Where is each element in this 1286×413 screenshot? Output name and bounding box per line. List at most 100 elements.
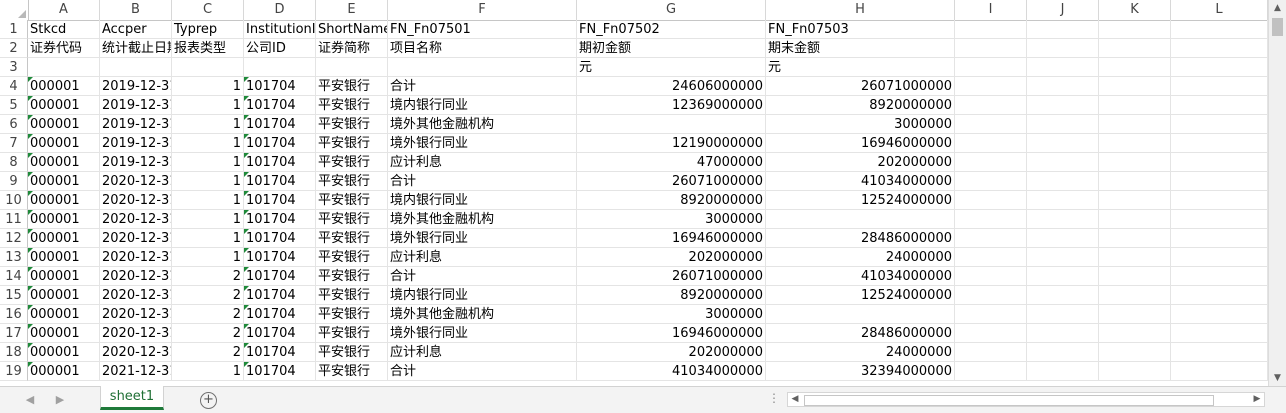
cell-j15[interactable] (1027, 286, 1099, 305)
cell-a10[interactable]: 000001 (28, 191, 100, 210)
cell-g7[interactable]: 12190000000 (577, 134, 766, 153)
row-header-16[interactable]: 16 (0, 305, 28, 324)
cell-i2[interactable] (955, 39, 1027, 58)
cell-l4[interactable] (1171, 77, 1268, 96)
cell-b13[interactable]: 2020-12-31 (100, 248, 172, 267)
cell-a12[interactable]: 000001 (28, 229, 100, 248)
cell-i19[interactable] (955, 362, 1027, 381)
column-header-a[interactable]: A (28, 0, 100, 20)
cell-g18[interactable]: 202000000 (577, 343, 766, 362)
cell-d12[interactable]: 101704 (244, 229, 316, 248)
scroll-right-icon[interactable]: ▶ (1250, 393, 1264, 406)
cell-c7[interactable]: 1 (172, 134, 244, 153)
cell-f14[interactable]: 合计 (388, 267, 577, 286)
cell-g4[interactable]: 24606000000 (577, 77, 766, 96)
row-header-14[interactable]: 14 (0, 267, 28, 286)
cell-k3[interactable] (1099, 58, 1171, 77)
cell-b16[interactable]: 2020-12-31 (100, 305, 172, 324)
cell-c8[interactable]: 1 (172, 153, 244, 172)
cell-h9[interactable]: 41034000000 (766, 172, 955, 191)
cell-e6[interactable]: 平安银行 (316, 115, 388, 134)
cell-j6[interactable] (1027, 115, 1099, 134)
cell-a6[interactable]: 000001 (28, 115, 100, 134)
cell-l19[interactable] (1171, 362, 1268, 381)
cell-k5[interactable] (1099, 96, 1171, 115)
cell-j13[interactable] (1027, 248, 1099, 267)
cell-i16[interactable] (955, 305, 1027, 324)
cell-c16[interactable]: 2 (172, 305, 244, 324)
cell-f18[interactable]: 应计利息 (388, 343, 577, 362)
cell-k2[interactable] (1099, 39, 1171, 58)
cell-j11[interactable] (1027, 210, 1099, 229)
cell-c1[interactable]: Typrep (172, 20, 244, 39)
cell-h4[interactable]: 26071000000 (766, 77, 955, 96)
cell-c3[interactable] (172, 58, 244, 77)
cell-h7[interactable]: 16946000000 (766, 134, 955, 153)
column-header-g[interactable]: G (577, 0, 766, 20)
cell-k18[interactable] (1099, 343, 1171, 362)
row-header-3[interactable]: 3 (0, 58, 28, 77)
cell-a3[interactable] (28, 58, 100, 77)
cell-d16[interactable]: 101704 (244, 305, 316, 324)
row-header-2[interactable]: 2 (0, 39, 28, 58)
vertical-scrollbar[interactable]: ▲ ▼ (1268, 0, 1286, 386)
cell-d2[interactable]: 公司ID (244, 39, 316, 58)
cell-b17[interactable]: 2020-12-31 (100, 324, 172, 343)
cell-a9[interactable]: 000001 (28, 172, 100, 191)
cell-l13[interactable] (1171, 248, 1268, 267)
cell-h14[interactable]: 41034000000 (766, 267, 955, 286)
cell-b10[interactable]: 2020-12-31 (100, 191, 172, 210)
cell-e17[interactable]: 平安银行 (316, 324, 388, 343)
horizontal-scroll-thumb[interactable] (804, 395, 1214, 406)
cell-h2[interactable]: 期末金额 (766, 39, 955, 58)
cell-h11[interactable] (766, 210, 955, 229)
cell-a11[interactable]: 000001 (28, 210, 100, 229)
row-header-6[interactable]: 6 (0, 115, 28, 134)
cell-k9[interactable] (1099, 172, 1171, 191)
cell-d11[interactable]: 101704 (244, 210, 316, 229)
cell-i14[interactable] (955, 267, 1027, 286)
cell-e4[interactable]: 平安银行 (316, 77, 388, 96)
column-header-f[interactable]: F (388, 0, 577, 20)
cell-d3[interactable] (244, 58, 316, 77)
cell-g12[interactable]: 16946000000 (577, 229, 766, 248)
cell-i11[interactable] (955, 210, 1027, 229)
cell-b8[interactable]: 2019-12-31 (100, 153, 172, 172)
cell-g1[interactable]: FN_Fn07502 (577, 20, 766, 39)
cell-c19[interactable]: 1 (172, 362, 244, 381)
cell-i5[interactable] (955, 96, 1027, 115)
cell-k13[interactable] (1099, 248, 1171, 267)
cell-k1[interactable] (1099, 20, 1171, 39)
cell-h3[interactable]: 元 (766, 58, 955, 77)
cell-f12[interactable]: 境外银行同业 (388, 229, 577, 248)
cell-c5[interactable]: 1 (172, 96, 244, 115)
cell-j17[interactable] (1027, 324, 1099, 343)
cell-g9[interactable]: 26071000000 (577, 172, 766, 191)
cell-l17[interactable] (1171, 324, 1268, 343)
cell-l1[interactable] (1171, 20, 1268, 39)
cell-b6[interactable]: 2019-12-31 (100, 115, 172, 134)
row-header-4[interactable]: 4 (0, 77, 28, 96)
cell-k7[interactable] (1099, 134, 1171, 153)
cell-h6[interactable]: 3000000 (766, 115, 955, 134)
column-header-h[interactable]: H (766, 0, 955, 20)
cell-f2[interactable]: 项目名称 (388, 39, 577, 58)
cell-c9[interactable]: 1 (172, 172, 244, 191)
cell-f8[interactable]: 应计利息 (388, 153, 577, 172)
cell-a1[interactable]: Stkcd (28, 20, 100, 39)
cell-b11[interactable]: 2020-12-31 (100, 210, 172, 229)
cell-c11[interactable]: 1 (172, 210, 244, 229)
cell-a8[interactable]: 000001 (28, 153, 100, 172)
cell-f5[interactable]: 境内银行同业 (388, 96, 577, 115)
cell-c2[interactable]: 报表类型 (172, 39, 244, 58)
cell-k16[interactable] (1099, 305, 1171, 324)
cell-j12[interactable] (1027, 229, 1099, 248)
cell-b5[interactable]: 2019-12-31 (100, 96, 172, 115)
cell-i13[interactable] (955, 248, 1027, 267)
cell-e5[interactable]: 平安银行 (316, 96, 388, 115)
cell-l5[interactable] (1171, 96, 1268, 115)
cell-i4[interactable] (955, 77, 1027, 96)
select-all-corner[interactable] (0, 0, 29, 20)
cell-a16[interactable]: 000001 (28, 305, 100, 324)
cell-g8[interactable]: 47000000 (577, 153, 766, 172)
